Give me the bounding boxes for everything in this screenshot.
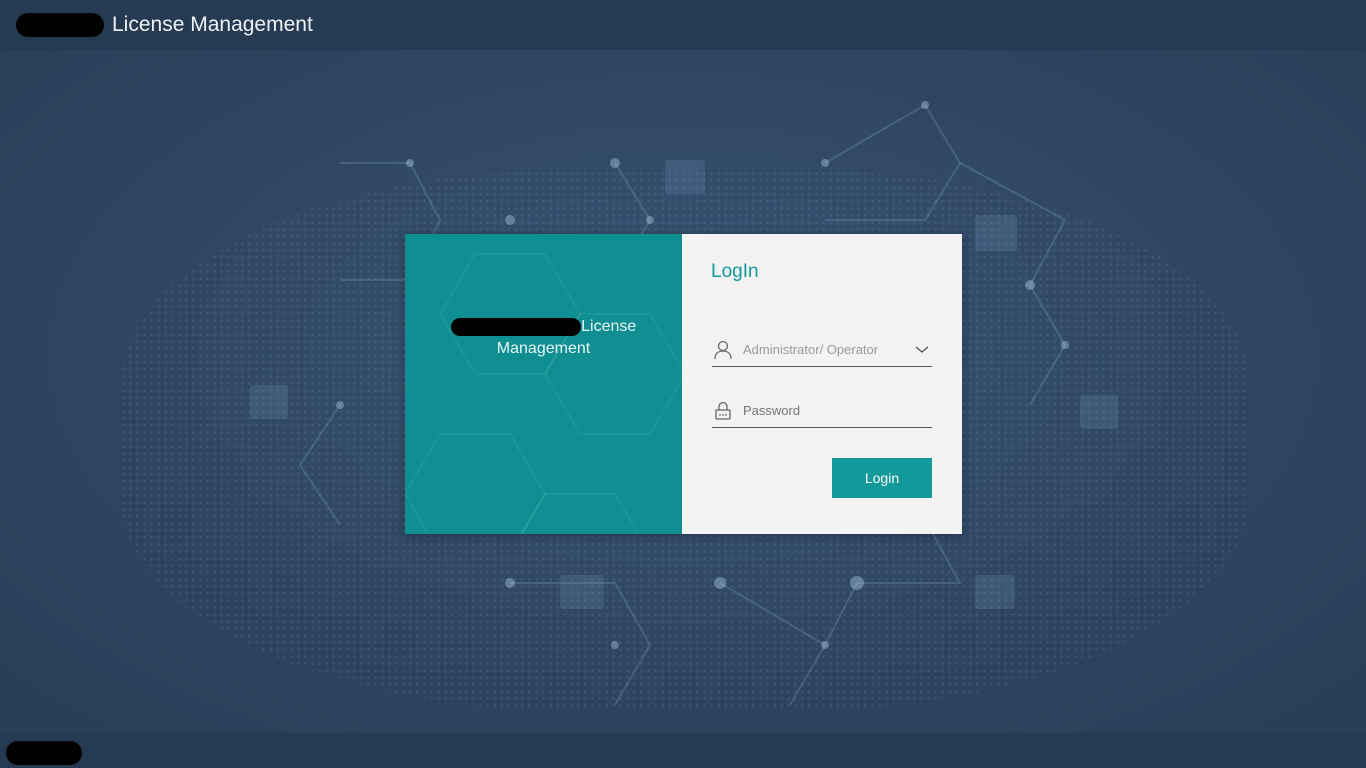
user-type-value: Administrator/ Operator <box>743 342 879 357</box>
login-card: License Management LogIn Administrator/ … <box>405 234 962 534</box>
login-button[interactable]: Login <box>832 458 932 498</box>
hex-pattern <box>405 253 682 534</box>
brand-text: License Management <box>405 316 682 360</box>
user-icon <box>712 340 734 360</box>
redacted-footer-text <box>6 741 82 765</box>
footer-bar <box>0 733 1366 768</box>
password-field[interactable] <box>712 394 932 428</box>
password-input[interactable] <box>734 403 932 418</box>
login-title: LogIn <box>711 261 759 282</box>
brand-panel: License Management <box>405 234 682 534</box>
login-panel: LogIn Administrator/ Operator Login <box>682 234 962 534</box>
lock-icon <box>712 401 734 421</box>
company-logo <box>16 13 104 37</box>
app-title: License Management <box>112 13 313 36</box>
user-type-select[interactable]: Administrator/ Operator <box>712 333 932 367</box>
brand-text-line2: Management <box>496 340 591 357</box>
brand-text-line1: License <box>581 318 637 335</box>
top-bar: License Management <box>0 0 1366 50</box>
chevron-down-icon[interactable] <box>912 345 932 354</box>
redacted-brand-name <box>450 317 581 336</box>
